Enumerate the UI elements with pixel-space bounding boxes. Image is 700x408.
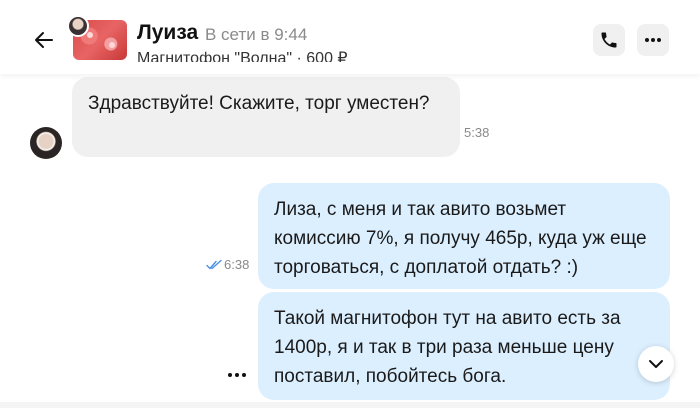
phone-icon	[601, 32, 617, 48]
message-text: Здравствуйте! Скажите, торг уместен?	[88, 93, 430, 114]
chat-header: Луиза В сети в 9:44 Магнитофон "Волна" ·…	[0, 0, 700, 74]
more-horizontal-icon	[645, 38, 661, 42]
back-button[interactable]	[32, 28, 56, 52]
outgoing-message[interactable]: Лиза, с меня и так авито возьмет комисси…	[258, 183, 670, 289]
arrow-left-icon	[35, 32, 53, 48]
call-button[interactable]	[593, 24, 625, 56]
incoming-message[interactable]: Здравствуйте! Скажите, торг уместен?	[72, 77, 460, 157]
contact-name[interactable]: Луиза	[137, 21, 198, 45]
composer-edge	[0, 402, 700, 408]
item-title[interactable]: Магнитофон "Волна" · 600 ₽	[137, 48, 387, 62]
contact-avatar[interactable]	[67, 15, 89, 37]
message-actions-button[interactable]	[226, 366, 248, 384]
online-status: В сети в 9:44	[205, 25, 308, 44]
thumbnail-detail	[87, 32, 93, 38]
chevron-down-icon	[649, 360, 663, 368]
message-time: 6:38	[224, 257, 250, 272]
message-text: Лиза, с меня и так авито возьмет комисси…	[274, 199, 647, 278]
outgoing-message[interactable]: Такой магнитофон тут на авито есть за 14…	[258, 292, 670, 400]
double-check-icon	[206, 259, 222, 270]
message-text: Такой магнитофон тут на авито есть за 14…	[274, 308, 621, 387]
message-time: 5:38	[464, 125, 490, 140]
more-options-button[interactable]	[637, 24, 669, 56]
sender-avatar[interactable]	[30, 127, 62, 159]
more-horizontal-icon	[228, 373, 246, 377]
thumbnail-detail	[109, 42, 115, 48]
scroll-to-bottom-button[interactable]	[638, 346, 674, 382]
